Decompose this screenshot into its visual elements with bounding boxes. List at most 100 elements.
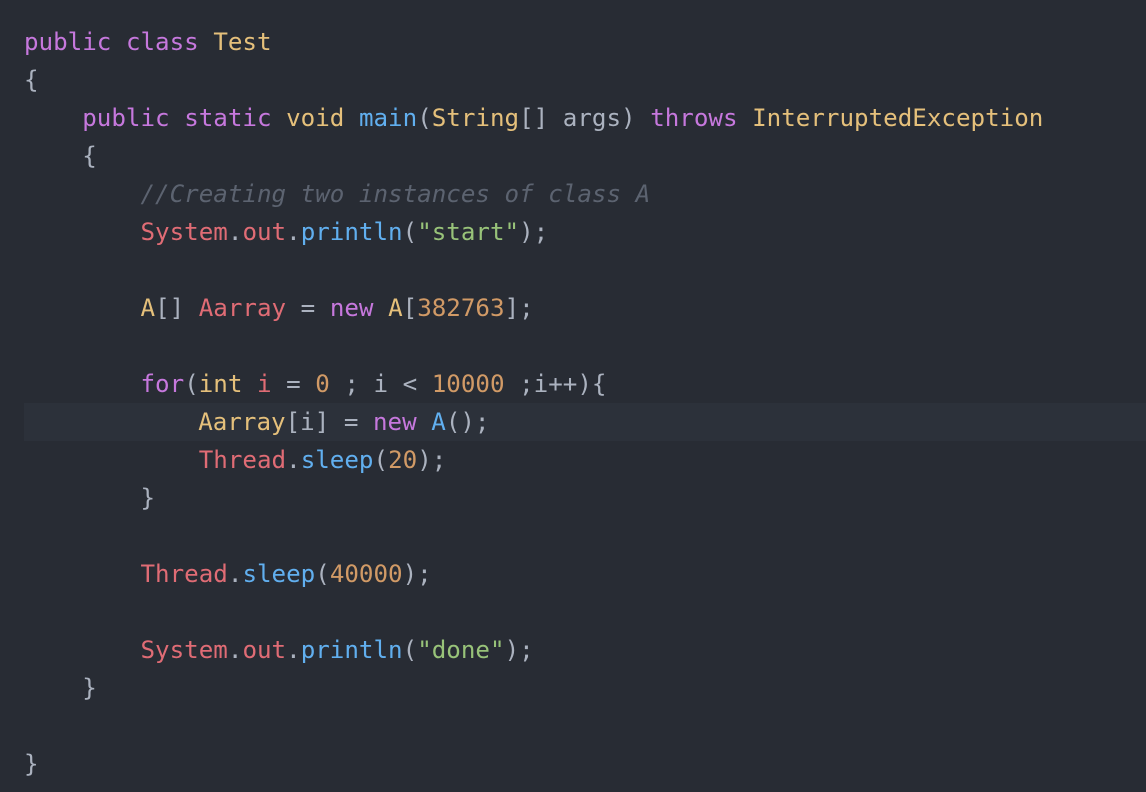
code-token: }	[24, 750, 39, 778]
code-token: new	[329, 294, 374, 322]
code-token: }	[24, 674, 97, 702]
code-token: A	[431, 408, 446, 436]
code-token: A	[140, 294, 156, 322]
code-token: main	[358, 104, 418, 132]
code-token: for	[140, 370, 185, 398]
code-token: Aarray	[198, 408, 286, 436]
code-token: }	[24, 484, 156, 512]
code-line[interactable]: }	[0, 479, 1146, 517]
code-token: 0	[315, 370, 330, 398]
code-line[interactable]	[0, 251, 1146, 289]
code-line[interactable]: //Creating two instances of class A	[0, 175, 1146, 213]
code-token: (	[373, 446, 389, 474]
code-token: Test	[213, 28, 272, 56]
code-token: 20	[388, 446, 418, 474]
code-token: (	[417, 104, 432, 132]
code-token: sleep	[300, 446, 374, 474]
code-token: String	[431, 104, 520, 132]
code-token: [i] =	[285, 408, 373, 436]
code-token: ();	[445, 408, 490, 436]
code-line[interactable]: Thread.sleep(20);	[0, 441, 1146, 479]
code-line[interactable]: System.out.println("start");	[0, 213, 1146, 251]
code-token: //Creating two instances of class A	[140, 180, 651, 208]
code-token: (	[315, 560, 330, 588]
code-token: ;i++){	[504, 370, 607, 398]
code-token: void	[286, 104, 345, 132]
code-token: Thread	[140, 560, 228, 588]
code-token: 382763	[417, 294, 505, 322]
code-token: System	[140, 636, 228, 664]
code-line[interactable]: }	[0, 669, 1146, 707]
code-line[interactable]	[0, 593, 1146, 631]
code-token: A	[388, 294, 403, 322]
code-token: out	[242, 636, 287, 664]
code-token: static	[184, 104, 272, 132]
code-line[interactable]: System.out.println("done");	[0, 631, 1146, 669]
code-token: 40000	[329, 560, 403, 588]
code-line[interactable]: }	[0, 745, 1146, 783]
code-token: ; i <	[329, 370, 432, 398]
code-token: .	[227, 218, 243, 246]
code-token: );	[417, 446, 447, 474]
code-line[interactable]	[0, 327, 1146, 365]
code-token: .	[227, 636, 243, 664]
code-token: System	[140, 218, 228, 246]
code-line[interactable]: Thread.sleep(40000);	[0, 555, 1146, 593]
code-token: ];	[504, 294, 534, 322]
code-token: new	[373, 408, 417, 436]
code-token: println	[300, 218, 403, 246]
code-token: Aarray	[198, 294, 287, 322]
code-token: =	[271, 370, 316, 398]
code-token: println	[300, 636, 403, 664]
code-token: public	[24, 28, 112, 56]
code-token: Thread	[198, 446, 287, 474]
code-token: int	[198, 370, 243, 398]
code-token: (	[402, 636, 418, 664]
code-token: throws	[650, 104, 738, 132]
code-token: {	[24, 142, 97, 170]
code-token: "done"	[417, 636, 505, 664]
code-token: out	[242, 218, 287, 246]
active-code-line[interactable]: Aarray[i] = new A();	[24, 403, 1146, 441]
code-token: );	[519, 218, 549, 246]
code-line[interactable]: {	[0, 61, 1146, 99]
code-line[interactable]: public static void main(String[] args) t…	[0, 99, 1146, 137]
code-token: []	[155, 294, 199, 322]
code-token: .	[286, 218, 301, 246]
code-line[interactable]: for(int i = 0 ; i < 10000 ;i++){	[0, 365, 1146, 403]
code-editor[interactable]: public class Test { public static void m…	[0, 0, 1146, 792]
code-token: .	[286, 446, 301, 474]
code-token: [	[402, 294, 418, 322]
code-token: "start"	[417, 218, 520, 246]
code-token: i	[257, 370, 272, 398]
code-token: 10000	[431, 370, 505, 398]
code-line[interactable]	[0, 517, 1146, 555]
code-line[interactable]	[0, 707, 1146, 745]
code-token: {	[24, 66, 39, 94]
code-line[interactable]: public class Test	[0, 23, 1146, 61]
code-line[interactable]: A[] Aarray = new A[382763];	[0, 289, 1146, 327]
code-line[interactable]: {	[0, 137, 1146, 175]
code-token: =	[286, 294, 330, 322]
code-token: class	[125, 28, 199, 56]
code-token: public	[82, 104, 170, 132]
code-token: [] args)	[519, 104, 651, 132]
code-token: .	[286, 636, 301, 664]
code-token: (	[184, 370, 199, 398]
